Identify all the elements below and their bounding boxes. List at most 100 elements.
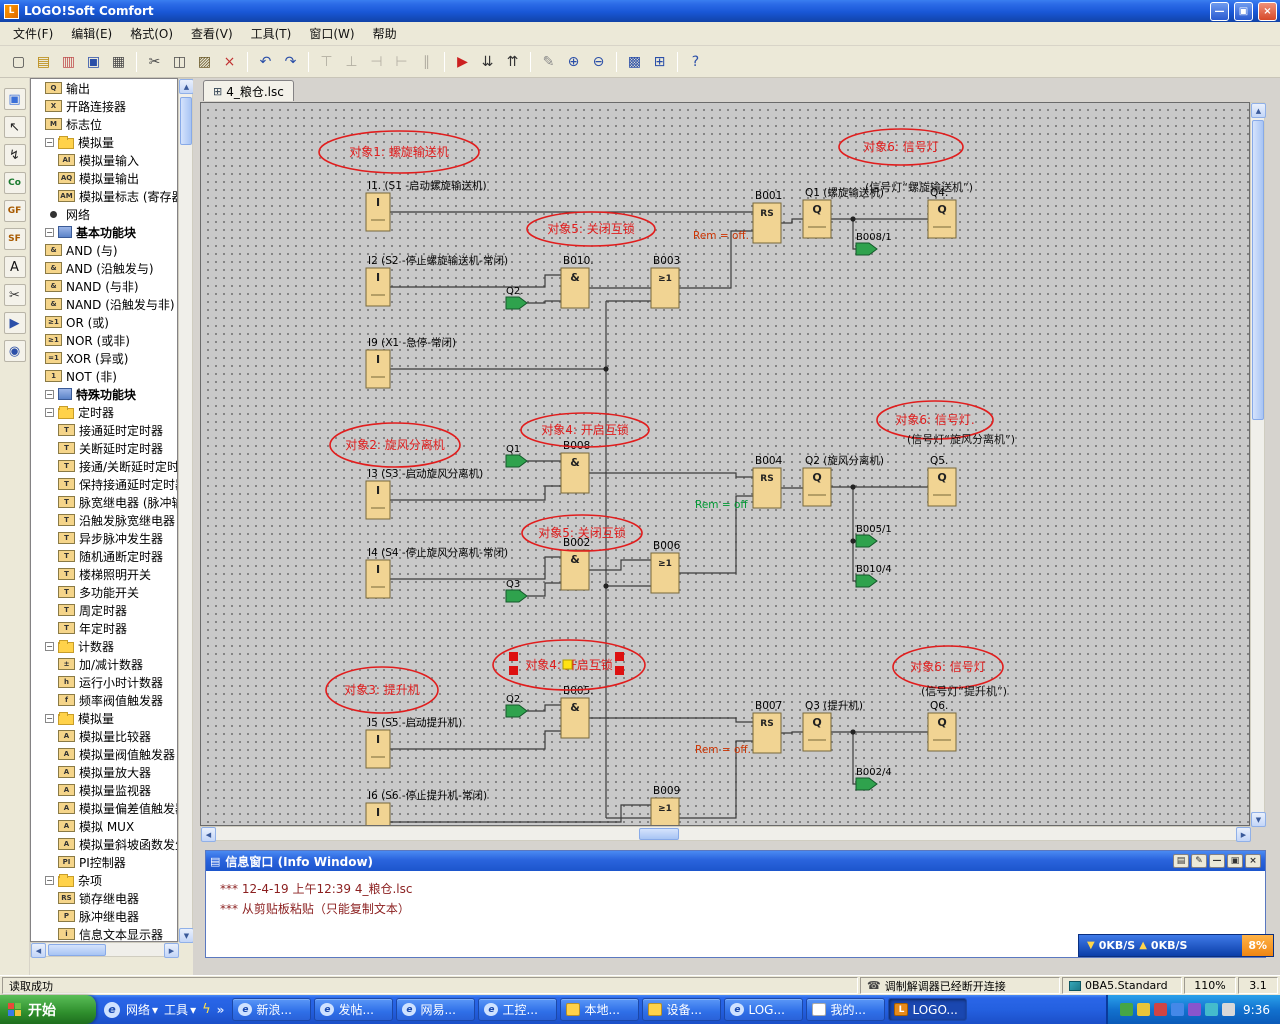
connector-flag[interactable]: Q2. [505, 694, 528, 718]
tree-vertical-scrollbar[interactable]: ▲ ▼ [178, 78, 194, 943]
block-B005[interactable]: & B005. [560, 685, 594, 739]
block-I6[interactable]: I I6 (S6 -停止提升机-常闭) [365, 789, 487, 825]
menu-item[interactable]: 编辑(E) [62, 22, 121, 45]
connector-flag[interactable]: Q1 [505, 444, 528, 468]
selection-handle[interactable] [509, 666, 518, 675]
maximize-button[interactable]: ▣ [1234, 1, 1253, 21]
tree-item[interactable]: Q 输出 [31, 79, 177, 97]
tree-item[interactable]: =1 XOR (异或) [31, 349, 177, 367]
tree-item[interactable]: A 模拟量放大器 [31, 763, 177, 781]
annotation-ellipse[interactable]: 对象5: 关闭互锁 [526, 211, 656, 247]
start-simulation-icon[interactable]: ▶ [451, 50, 474, 73]
wire[interactable] [781, 218, 803, 224]
menu-item[interactable]: 窗口(W) [300, 22, 363, 45]
expander-icon[interactable]: − [45, 875, 54, 885]
pen-tool-icon[interactable]: ✎ [537, 50, 560, 73]
connector-flag[interactable]: B008/1 [855, 232, 892, 256]
block-B007[interactable]: RS B007 Rem = off. [695, 700, 782, 756]
document-tab[interactable]: ⊞ 4_粮仓.lsc [203, 80, 294, 101]
print-icon[interactable]: ▦ [107, 50, 130, 73]
connector-flag[interactable]: B002/4 [855, 767, 892, 791]
ie-icon[interactable]: e [104, 1001, 120, 1018]
annotation-ellipse[interactable]: 对象6: 信号灯 [892, 645, 1004, 689]
tree-item[interactable]: AI 模拟量输入 [31, 151, 177, 169]
tree-item[interactable]: X 开路连接器 [31, 97, 177, 115]
upload-from-module-icon[interactable]: ⇈ [501, 50, 524, 73]
annotation-ellipse[interactable]: 对象1: 螺旋输送机 [318, 130, 480, 174]
tray-icon[interactable] [1205, 1003, 1219, 1016]
tree-item[interactable]: M 标志位 [31, 115, 177, 133]
wire[interactable] [589, 717, 753, 723]
wire[interactable] [390, 485, 561, 501]
tray-icon[interactable] [1188, 1003, 1202, 1016]
menu-item[interactable]: 查看(V) [182, 22, 242, 45]
tree-item[interactable]: & NAND (沿触发与非) [31, 295, 177, 313]
text-note[interactable]: (信号灯“提升机”) [921, 684, 1007, 698]
tree-item[interactable]: − 定时器 [31, 403, 177, 421]
annotation-ellipse[interactable]: 对象3: 提升机 [325, 666, 439, 714]
tree-item[interactable]: AQ 模拟量输出 [31, 169, 177, 187]
scroll-down-icon[interactable]: ▼ [1251, 812, 1266, 827]
tree-item[interactable]: T 保持接通延时定时器 [31, 475, 177, 493]
copy-icon[interactable]: ◫ [168, 50, 191, 73]
tree-item[interactable]: ≥1 NOR (或非) [31, 331, 177, 349]
tree-item[interactable]: i 信息文本显示器 [31, 925, 177, 941]
block-I5[interactable]: I I5 (S5 -启动提升机) [365, 716, 462, 769]
wire[interactable] [390, 274, 561, 288]
task-button[interactable]: 我的... [806, 998, 886, 1021]
expander-icon[interactable]: − [45, 227, 54, 237]
tree-item[interactable]: − 计数器 [31, 637, 177, 655]
block-B002[interactable]: &B002 [560, 537, 590, 591]
tree-item[interactable]: A 模拟量偏差值触发器 [31, 799, 177, 817]
menu-item[interactable]: 格式(O) [121, 22, 182, 45]
menu-item[interactable]: 工具(T) [242, 22, 301, 45]
block-I9[interactable]: I I9 (X1 -急停-常闭) [365, 336, 456, 389]
cut-icon[interactable]: ✂ [143, 50, 166, 73]
tray-icon[interactable] [1120, 1003, 1134, 1016]
annotation-ellipse[interactable]: 对象2: 旋风分离机 [329, 422, 461, 468]
tree-item[interactable]: T 多功能开关 [31, 583, 177, 601]
tree-item[interactable]: A 模拟量阀值触发器 [31, 745, 177, 763]
tree-item[interactable]: T 接通/关断延时定时器 [31, 457, 177, 475]
tree-item[interactable]: T 年定时器 [31, 619, 177, 637]
delete-icon[interactable]: × [218, 50, 241, 73]
split-connection-icon[interactable]: ✂ [3, 284, 26, 306]
special-functions-sf-icon[interactable]: SF [3, 228, 26, 250]
connector-tool-icon[interactable]: ↯ [3, 144, 26, 166]
tree-item[interactable]: & AND (与) [31, 241, 177, 259]
tree-item[interactable]: T 脉宽继电器 (脉冲输出) [31, 493, 177, 511]
wire[interactable] [390, 556, 561, 580]
select-region-icon[interactable]: ▩ [623, 50, 646, 73]
text-note[interactable]: (信号灯“旋风分离机”) [907, 432, 1015, 446]
save-icon[interactable]: ▣ [82, 50, 105, 73]
redo-icon[interactable]: ↷ [279, 50, 302, 73]
taskbar-toolbar-工具[interactable]: 工具 ▾ [164, 1001, 196, 1018]
text-note[interactable]: (信号灯“螺旋输送机”) [865, 180, 973, 194]
chevron-more-icon[interactable]: » [217, 1003, 225, 1017]
wire[interactable] [527, 582, 561, 597]
tray-icon[interactable] [1171, 1003, 1185, 1016]
task-button[interactable]: 本地... [560, 998, 640, 1021]
constants-co-icon[interactable]: Co [3, 172, 26, 194]
connector-flag[interactable]: Q3 [505, 579, 528, 603]
tree-item[interactable]: ≥1 OR (或) [31, 313, 177, 331]
block-Q4[interactable]: QQ4. [927, 187, 957, 239]
menu-item[interactable]: 文件(F) [4, 22, 62, 45]
diagram-canvas[interactable]: I I1. (S1 -启动螺旋输送机) I I2 (S2 -停止螺旋输送机-常闭) I I… [200, 102, 1250, 826]
expander-icon[interactable]: − [45, 389, 54, 399]
task-button[interactable]: e LOG... [724, 998, 804, 1021]
wire[interactable] [390, 730, 561, 750]
info-edit-icon[interactable]: ✎ [1191, 854, 1207, 868]
zoom-out-icon[interactable]: ⊖ [587, 50, 610, 73]
task-button[interactable]: e 发帖... [314, 998, 394, 1021]
paste-icon[interactable]: ▨ [193, 50, 216, 73]
info-minimize-button[interactable]: — [1209, 854, 1225, 868]
tree-item[interactable]: A 模拟量比较器 [31, 727, 177, 745]
align-right-icon[interactable]: ⊢ [390, 50, 413, 73]
wire[interactable] [589, 559, 651, 571]
expander-icon[interactable]: − [45, 641, 54, 651]
scroll-right-icon[interactable]: ▶ [164, 943, 179, 958]
task-button[interactable]: e 新浪... [232, 998, 312, 1021]
tree-item[interactable]: − 模拟量 [31, 133, 177, 151]
download-to-module-icon[interactable]: ⇊ [476, 50, 499, 73]
